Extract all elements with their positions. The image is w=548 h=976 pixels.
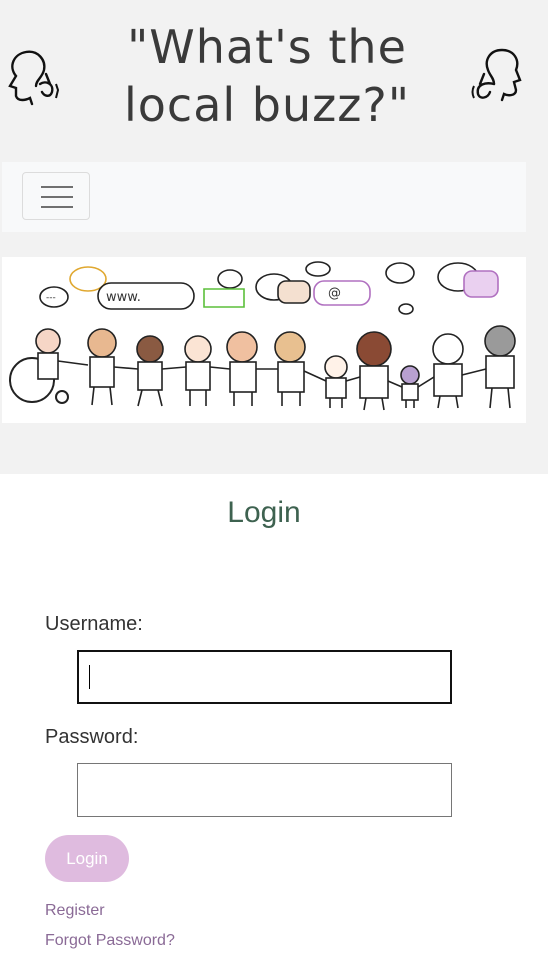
banner-ellipsis-text: --- xyxy=(46,293,56,303)
password-input[interactable] xyxy=(77,763,452,817)
login-title: Login xyxy=(227,496,301,529)
site-title-line2: local buzz?" xyxy=(123,78,411,132)
banner-www-text: www. xyxy=(106,290,141,305)
forgot-password-link[interactable]: Forgot Password? xyxy=(45,932,175,950)
community-banner-image: www. @ --- xyxy=(2,257,526,423)
text-cursor xyxy=(89,665,90,689)
site-title-line1: "What's the xyxy=(127,20,407,74)
banner-at-text: @ xyxy=(328,286,341,301)
site-title: "What's the local buzz?" xyxy=(112,18,422,134)
username-input[interactable] xyxy=(77,650,452,704)
navbar-toggler-button[interactable] xyxy=(22,172,90,220)
hamburger-line-icon xyxy=(41,196,73,198)
hamburger-line-icon xyxy=(41,186,73,188)
password-label: Password: xyxy=(45,726,139,748)
login-button[interactable]: Login xyxy=(45,835,129,882)
hamburger-line-icon xyxy=(41,206,73,208)
listening-head-icon xyxy=(471,48,522,102)
header-area: "What's the local buzz?" www. @ --- xyxy=(0,0,548,474)
register-link[interactable]: Register xyxy=(45,902,105,920)
gossip-head-icon xyxy=(8,50,60,106)
username-label: Username: xyxy=(45,613,143,635)
navbar xyxy=(2,162,526,232)
